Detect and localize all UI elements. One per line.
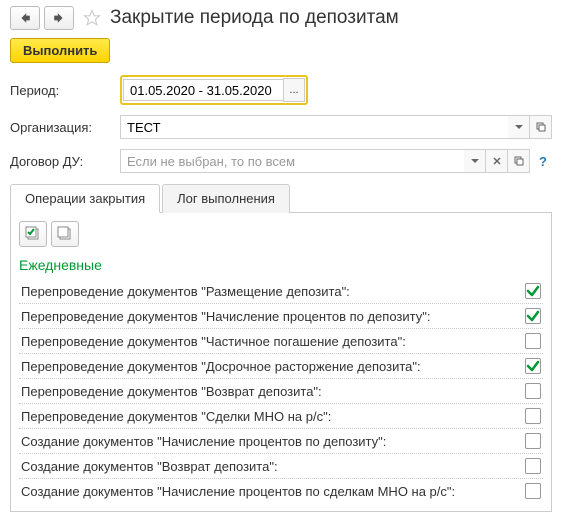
contract-input[interactable] (120, 149, 464, 173)
check-all-button[interactable] (19, 221, 47, 247)
check-label: Перепроведение документов "Начисление пр… (21, 309, 525, 324)
check-label: Перепроведение документов "Частичное пог… (21, 334, 525, 349)
checkbox[interactable] (525, 433, 541, 449)
check-row: Перепроведение документов "Размещение де… (19, 279, 543, 303)
checkbox[interactable] (525, 458, 541, 474)
check-label: Перепроведение документов "Сделки МНО на… (21, 409, 525, 424)
contract-dropdown-button[interactable] (464, 149, 486, 173)
checkbox[interactable] (525, 408, 541, 424)
period-label: Период: (10, 83, 120, 98)
organization-label: Организация: (10, 120, 120, 135)
check-label: Перепроведение документов "Возврат депоз… (21, 384, 525, 399)
check-icon (526, 309, 540, 323)
open-icon (514, 156, 524, 166)
check-icon (526, 359, 540, 373)
organization-input[interactable] (120, 115, 508, 139)
check-row: Перепроведение документов "Возврат депоз… (19, 378, 543, 403)
uncheck-all-button[interactable] (51, 221, 79, 247)
organization-open-button[interactable] (530, 115, 552, 139)
arrow-right-icon (53, 12, 65, 24)
chevron-down-icon (514, 122, 524, 132)
check-label: Перепроведение документов "Размещение де… (21, 284, 525, 299)
check-label: Создание документов "Возврат депозита": (21, 459, 525, 474)
check-label: Создание документов "Начисление проценто… (21, 434, 525, 449)
tab-execution-log[interactable]: Лог выполнения (162, 184, 290, 213)
checkbox[interactable] (525, 333, 541, 349)
close-icon (492, 156, 502, 166)
section-title-daily: Ежедневные (19, 257, 543, 273)
chevron-down-icon (470, 156, 480, 166)
ellipsis-icon: ... (289, 84, 298, 96)
check-icon (526, 284, 540, 298)
check-row: Создание документов "Начисление проценто… (19, 478, 543, 503)
checkbox[interactable] (525, 483, 541, 499)
check-row: Перепроведение документов "Досрочное рас… (19, 353, 543, 378)
help-icon[interactable]: ? (534, 154, 552, 169)
uncheck-all-icon (57, 226, 73, 242)
contract-clear-button[interactable] (486, 149, 508, 173)
checkbox[interactable] (525, 283, 541, 299)
check-row: Перепроведение документов "Начисление пр… (19, 303, 543, 328)
checkbox[interactable] (525, 383, 541, 399)
page-title: Закрытие периода по депозитам (110, 7, 399, 29)
execute-button[interactable]: Выполнить (10, 38, 110, 63)
check-label: Перепроведение документов "Досрочное рас… (21, 359, 525, 374)
period-input[interactable] (123, 79, 283, 101)
nav-back-button[interactable] (10, 6, 40, 30)
organization-dropdown-button[interactable] (508, 115, 530, 139)
checkbox[interactable] (525, 308, 541, 324)
period-select-button[interactable]: ... (283, 78, 305, 102)
checkbox[interactable] (525, 358, 541, 374)
check-row: Создание документов "Начисление проценто… (19, 428, 543, 453)
arrow-left-icon (19, 12, 31, 24)
check-row: Перепроведение документов "Сделки МНО на… (19, 403, 543, 428)
contract-open-button[interactable] (508, 149, 530, 173)
nav-forward-button[interactable] (44, 6, 74, 30)
check-list: Перепроведение документов "Размещение де… (19, 279, 543, 503)
check-all-icon (25, 226, 41, 242)
tab-close-operations[interactable]: Операции закрытия (10, 184, 160, 213)
favorite-icon[interactable] (82, 8, 102, 28)
open-icon (536, 122, 546, 132)
tab-bar: Операции закрытия Лог выполнения (10, 183, 552, 213)
check-row: Создание документов "Возврат депозита": (19, 453, 543, 478)
contract-label: Договор ДУ: (10, 154, 120, 169)
check-row: Перепроведение документов "Частичное пог… (19, 328, 543, 353)
check-label: Создание документов "Начисление проценто… (21, 484, 525, 499)
